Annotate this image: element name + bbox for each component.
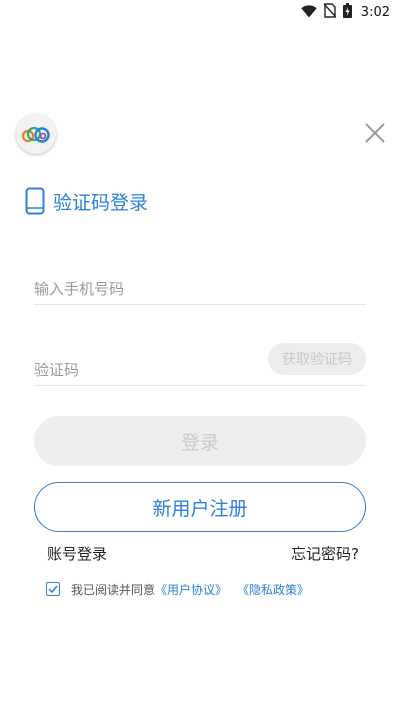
login-button[interactable]: 登录: [34, 416, 366, 466]
close-icon: [365, 123, 385, 143]
battery-charging-icon: [342, 2, 352, 22]
close-button[interactable]: [362, 120, 388, 146]
no-sim-icon: [323, 2, 337, 22]
get-code-button[interactable]: 获取验证码: [268, 343, 366, 375]
forgot-password-link[interactable]: 忘记密码?: [291, 543, 359, 564]
agreement-row: 我已阅读并同意 《用户协议》 《隐私政策》: [46, 579, 309, 599]
privacy-policy-link[interactable]: 《隐私政策》: [237, 581, 309, 598]
phone-input[interactable]: [34, 276, 366, 302]
mobile-phone-icon: [25, 187, 45, 215]
status-bar: 3:02: [0, 0, 400, 24]
account-login-link[interactable]: 账号登录: [47, 543, 107, 564]
verification-code-input[interactable]: [34, 357, 254, 383]
page-title: 验证码登录: [53, 191, 149, 214]
agreement-prefix: 我已阅读并同意: [71, 582, 156, 597]
phone-field: [34, 276, 366, 305]
check-icon: [48, 585, 58, 593]
user-agreement-link[interactable]: 《用户协议》: [155, 581, 227, 598]
register-button[interactable]: 新用户注册: [34, 482, 366, 532]
status-time: 3:02: [360, 4, 390, 20]
login-title-row: 验证码登录: [25, 186, 148, 216]
wifi-icon: [301, 3, 317, 22]
agreement-checkbox[interactable]: [46, 582, 60, 596]
cloud-logo-icon: [16, 114, 56, 154]
